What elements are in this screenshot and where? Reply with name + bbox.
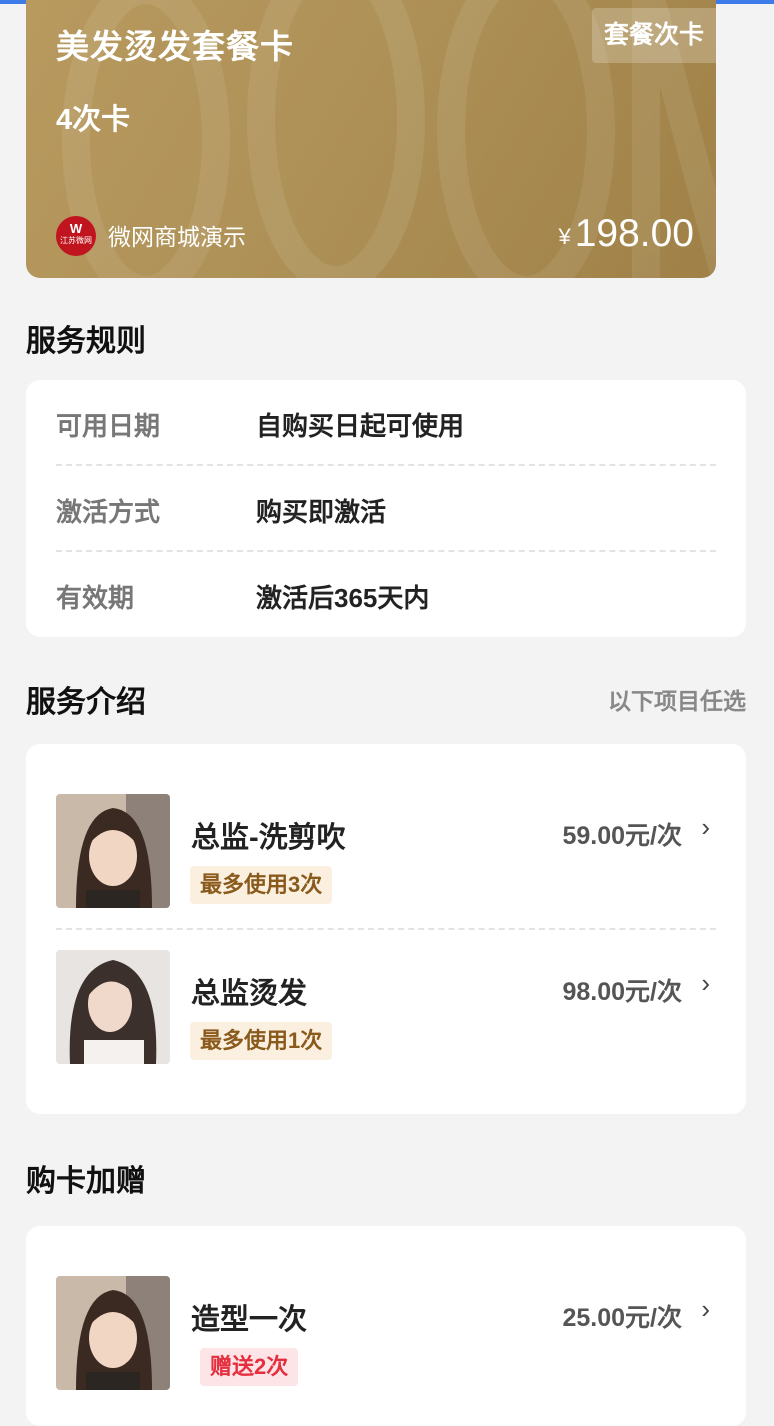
intro-panel: 总监-洗剪吹 59.00元/次 › 最多使用3次 总监烫发 98.00元/次 ›… bbox=[26, 744, 746, 1114]
bonus-item[interactable]: 造型一次 25.00元/次 › 赠送2次 bbox=[56, 1276, 716, 1390]
bonus-panel: 造型一次 25.00元/次 › 赠送2次 bbox=[26, 1226, 746, 1426]
rules-panel: 可用日期 自购买日起可使用 激活方式 购买即激活 有效期 激活后365天内 bbox=[26, 380, 746, 637]
chevron-right-icon: › bbox=[701, 968, 710, 998]
chevron-right-icon: › bbox=[701, 1294, 710, 1324]
intro-section-title: 服务介绍 bbox=[26, 686, 146, 719]
rule-key: 可用日期 bbox=[56, 411, 161, 441]
rules-section-title: 服务规则 bbox=[26, 325, 146, 358]
service-thumbnail bbox=[56, 794, 170, 908]
bonus-name: 造型一次 bbox=[191, 1304, 308, 1336]
rule-value: 自购买日起可使用 bbox=[256, 411, 465, 441]
service-item[interactable]: 总监-洗剪吹 59.00元/次 › 最多使用3次 bbox=[56, 794, 716, 908]
divider bbox=[56, 928, 716, 930]
card-price: ¥198.00 bbox=[558, 212, 694, 256]
shop-logo-letter: W bbox=[69, 221, 83, 236]
service-thumbnail bbox=[56, 1276, 170, 1390]
package-card[interactable]: 美发烫发套餐卡 4次卡 套餐次卡 W 江苏微网 微网商城演示 ¥198.00 bbox=[26, 0, 716, 278]
rule-row-validity: 有效期 激活后365天内 bbox=[56, 552, 716, 638]
rule-key: 有效期 bbox=[56, 583, 135, 613]
card-title: 美发烫发套餐卡 bbox=[56, 28, 294, 65]
chevron-right-icon: › bbox=[701, 812, 710, 842]
card-count: 4次卡 bbox=[56, 104, 131, 136]
bonus-price: 25.00元/次 bbox=[562, 1304, 682, 1332]
intro-section-hint: 以下项目任选 bbox=[608, 688, 746, 714]
rule-row-available-date: 可用日期 自购买日起可使用 bbox=[56, 380, 716, 466]
service-name: 总监-洗剪吹 bbox=[191, 822, 346, 854]
service-thumbnail bbox=[56, 950, 170, 1064]
usage-limit-tag: 最多使用3次 bbox=[190, 866, 333, 904]
rule-value: 购买即激活 bbox=[256, 497, 387, 527]
rule-value: 激活后365天内 bbox=[256, 583, 430, 613]
service-item[interactable]: 总监烫发 98.00元/次 › 最多使用1次 bbox=[56, 950, 716, 1064]
shop-name: 微网商城演示 bbox=[108, 224, 246, 250]
service-price: 59.00元/次 bbox=[562, 822, 682, 850]
service-name: 总监烫发 bbox=[191, 978, 308, 1010]
rule-key: 激活方式 bbox=[56, 497, 161, 527]
bonus-section-title: 购卡加赠 bbox=[26, 1165, 146, 1198]
usage-limit-tag: 最多使用1次 bbox=[190, 1022, 333, 1060]
bonus-tag: 赠送2次 bbox=[200, 1348, 299, 1386]
shop-logo: W 江苏微网 bbox=[56, 216, 96, 256]
card-type-badge: 套餐次卡 bbox=[592, 8, 716, 63]
service-price: 98.00元/次 bbox=[562, 978, 682, 1006]
price-value: 198.00 bbox=[574, 212, 694, 255]
shop-logo-sub: 江苏微网 bbox=[60, 236, 92, 245]
currency-symbol: ¥ bbox=[558, 224, 571, 249]
rule-row-activation: 激活方式 购买即激活 bbox=[56, 466, 716, 552]
